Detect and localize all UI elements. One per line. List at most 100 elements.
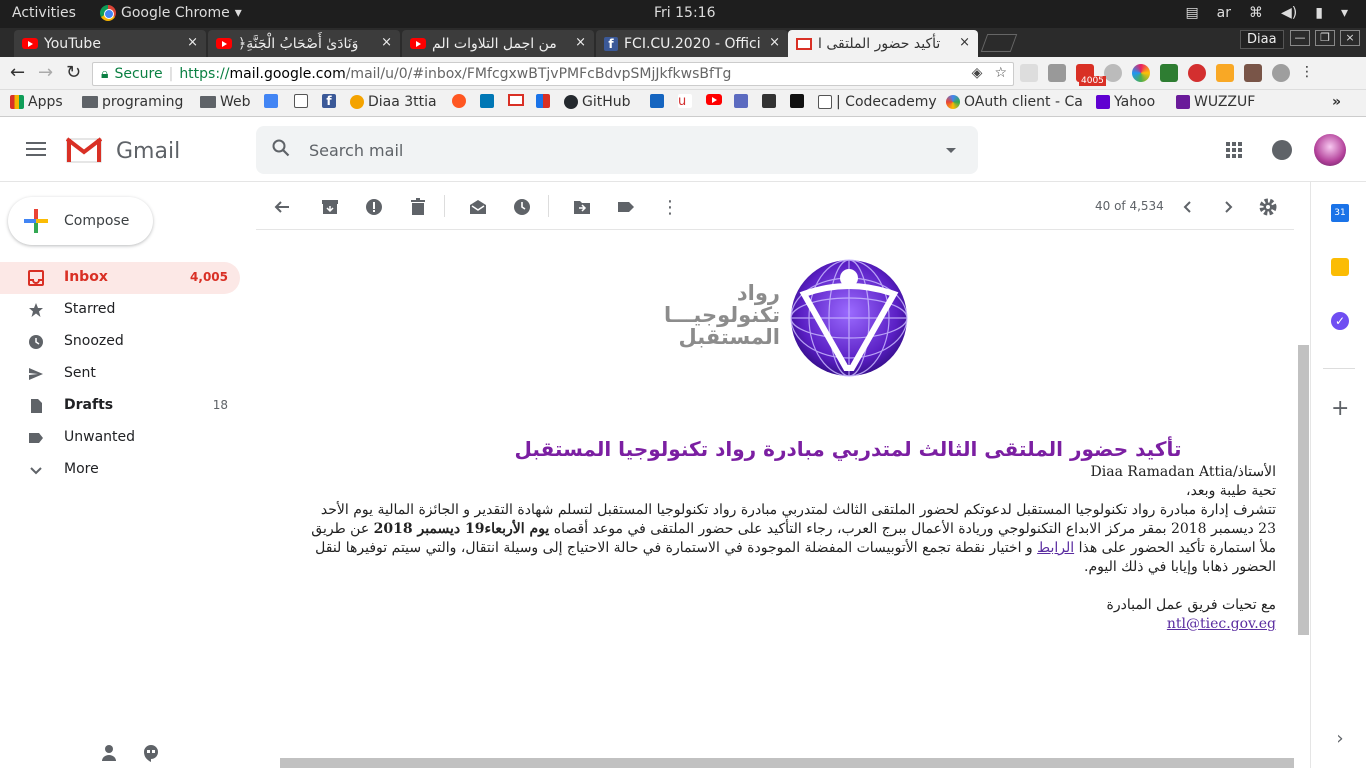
bookmark-oauth[interactable]: OAuth client - Ca	[946, 94, 1083, 110]
bookmarks-overflow-icon[interactable]: »	[1332, 94, 1341, 110]
tab-gmail-active[interactable]: تأكيد حضور الملتقى ا ×	[788, 30, 978, 57]
form-link[interactable]: الرابط	[1037, 540, 1074, 556]
extension-g-icon[interactable]	[1272, 64, 1290, 82]
sidebar-item-inbox[interactable]: Inbox 4,005	[0, 262, 240, 294]
search-icon[interactable]	[272, 139, 290, 157]
sidebar-item-starred[interactable]: Starred	[0, 294, 256, 326]
chrome-menu-icon[interactable]: ⋮	[1300, 64, 1318, 82]
tab-youtube[interactable]: YouTube ×	[14, 30, 206, 57]
horizontal-scrollbar[interactable]	[280, 758, 1294, 768]
report-spam-icon[interactable]	[364, 197, 384, 217]
label-icon[interactable]	[616, 197, 636, 217]
notes-extension-icon[interactable]	[1216, 64, 1234, 82]
vertical-scrollbar[interactable]	[1298, 345, 1309, 635]
battery-icon[interactable]: ▮	[1315, 5, 1323, 21]
chevron-down-icon[interactable]: ▾	[1341, 5, 1348, 21]
bookmark-translate[interactable]	[264, 94, 278, 108]
language-indicator[interactable]: ar	[1217, 5, 1231, 21]
adblock-icon[interactable]	[1188, 64, 1206, 82]
bookmark-yahoo[interactable]: Yahoo	[1096, 94, 1155, 110]
mark-unread-icon[interactable]	[468, 197, 488, 217]
camera-icon[interactable]	[1048, 64, 1066, 82]
bookmark-linkedin[interactable]	[480, 94, 494, 108]
bookmark-wuzzuf[interactable]: WUZZUF	[1176, 94, 1255, 110]
sidebar-item-more[interactable]: More	[0, 454, 256, 486]
avatar[interactable]	[1314, 134, 1346, 166]
add-addon-icon[interactable]: +	[1331, 398, 1349, 420]
sidebar-item-sent[interactable]: Sent	[0, 358, 256, 390]
forward-arrow-icon[interactable]: →	[38, 62, 53, 83]
bookmark-misc-1[interactable]	[452, 94, 466, 108]
person-icon[interactable]	[100, 744, 118, 762]
address-bar[interactable]: 🔒︎ Secure | https://mail.google.com/mail…	[92, 62, 1014, 86]
close-icon[interactable]: ×	[959, 35, 970, 50]
google-apps-icon[interactable]	[1226, 142, 1242, 158]
back-arrow-icon[interactable]	[272, 197, 292, 217]
recycle-icon[interactable]	[1020, 64, 1038, 82]
gmail-wordmark[interactable]: Gmail	[116, 139, 180, 164]
compose-button[interactable]: Compose	[8, 197, 153, 245]
hangouts-icon[interactable]	[142, 744, 160, 762]
bookmark-misc-4[interactable]: u	[678, 94, 692, 109]
close-window-button[interactable]: ×	[1340, 30, 1360, 46]
bookmark-gmail[interactable]	[508, 94, 524, 106]
clock[interactable]: Fri 15:16	[654, 5, 715, 21]
bookmark-codecademy[interactable]: | Codecademy	[818, 94, 937, 110]
tasks-icon[interactable]: ✓	[1331, 312, 1349, 330]
new-tab-button[interactable]	[980, 34, 1018, 52]
tab-quran-2[interactable]: من اجمل التلاوات الم ×	[402, 30, 594, 57]
close-icon[interactable]: ×	[381, 35, 392, 50]
bookmark-apps[interactable]: Apps	[10, 94, 63, 110]
keep-icon[interactable]	[1331, 258, 1349, 276]
bookmark-w3schools[interactable]	[762, 94, 776, 108]
bookmark-facebook[interactable]: f	[322, 94, 336, 108]
system-tray[interactable]: ▤ ar ⌘ ◀) ▮ ▾	[1185, 5, 1348, 21]
checkmark-icon[interactable]	[1160, 64, 1178, 82]
bookmark-folder-web[interactable]: Web	[200, 94, 251, 110]
back-arrow-icon[interactable]: ←	[10, 62, 25, 83]
app-menu[interactable]: Google Chrome ▾	[100, 5, 242, 21]
bookmark-github[interactable]: GitHub	[564, 94, 631, 110]
close-icon[interactable]: ×	[769, 35, 780, 50]
delete-icon[interactable]	[408, 197, 428, 217]
minimize-button[interactable]: —	[1290, 30, 1310, 46]
main-menu-icon[interactable]	[26, 142, 46, 156]
bookmark-diaa[interactable]: Diaa 3ttia	[350, 94, 437, 110]
bookmark-misc-6[interactable]	[790, 94, 804, 108]
bookmark-folder-programing[interactable]: programing	[82, 94, 183, 110]
tab-facebook[interactable]: f FCI.CU.2020 - Offici ×	[596, 30, 788, 57]
profile-button[interactable]: Diaa	[1240, 30, 1284, 49]
notifications-icon[interactable]	[1272, 140, 1292, 160]
tab-quran-1[interactable]: ﴿وَنَادَىٰ أَصْحَابُ الْجَنَّةِ ×	[208, 30, 400, 57]
color-picker-icon[interactable]	[1132, 64, 1150, 82]
search-bar[interactable]: Search mail	[256, 126, 978, 174]
close-icon[interactable]: ×	[187, 35, 198, 50]
archive-icon[interactable]	[320, 197, 340, 217]
chevron-right-icon[interactable]	[1218, 197, 1238, 217]
contact-email-link[interactable]: ntl@tiec.gov.eg	[1167, 616, 1276, 632]
bookmark-star-icon[interactable]: ☆	[994, 65, 1007, 81]
volume-icon[interactable]: ◀)	[1281, 5, 1297, 21]
move-to-icon[interactable]	[572, 197, 592, 217]
maximize-button[interactable]: ❐	[1315, 30, 1335, 46]
bookmark-youtube[interactable]	[706, 94, 722, 105]
bookmark-misc-5[interactable]	[734, 94, 748, 108]
snooze-clock-icon[interactable]	[512, 197, 532, 217]
bookmark-misc-3[interactable]	[650, 94, 664, 108]
settings-gear-icon[interactable]	[1258, 197, 1278, 217]
activities-button[interactable]: Activities	[12, 5, 76, 21]
extension-icon[interactable]	[1244, 64, 1262, 82]
sidebar-item-unwanted[interactable]: Unwanted	[0, 422, 256, 454]
chevron-left-icon[interactable]	[1178, 197, 1198, 217]
search-options-icon[interactable]	[946, 148, 956, 153]
close-icon[interactable]: ×	[575, 35, 586, 50]
sidebar-item-snoozed[interactable]: Snoozed	[0, 326, 256, 358]
extension-circle-icon[interactable]	[1104, 64, 1122, 82]
bookmark-misc-2[interactable]	[536, 94, 550, 108]
chevron-right-icon[interactable]: ›	[1331, 730, 1349, 748]
network-icon[interactable]: ⌘	[1249, 5, 1263, 21]
extension-diamond-icon[interactable]: ◈	[972, 65, 983, 81]
calendar-icon[interactable]: 31	[1331, 204, 1349, 222]
search-input[interactable]: Search mail	[309, 141, 403, 160]
bookmark-page[interactable]	[294, 94, 308, 108]
